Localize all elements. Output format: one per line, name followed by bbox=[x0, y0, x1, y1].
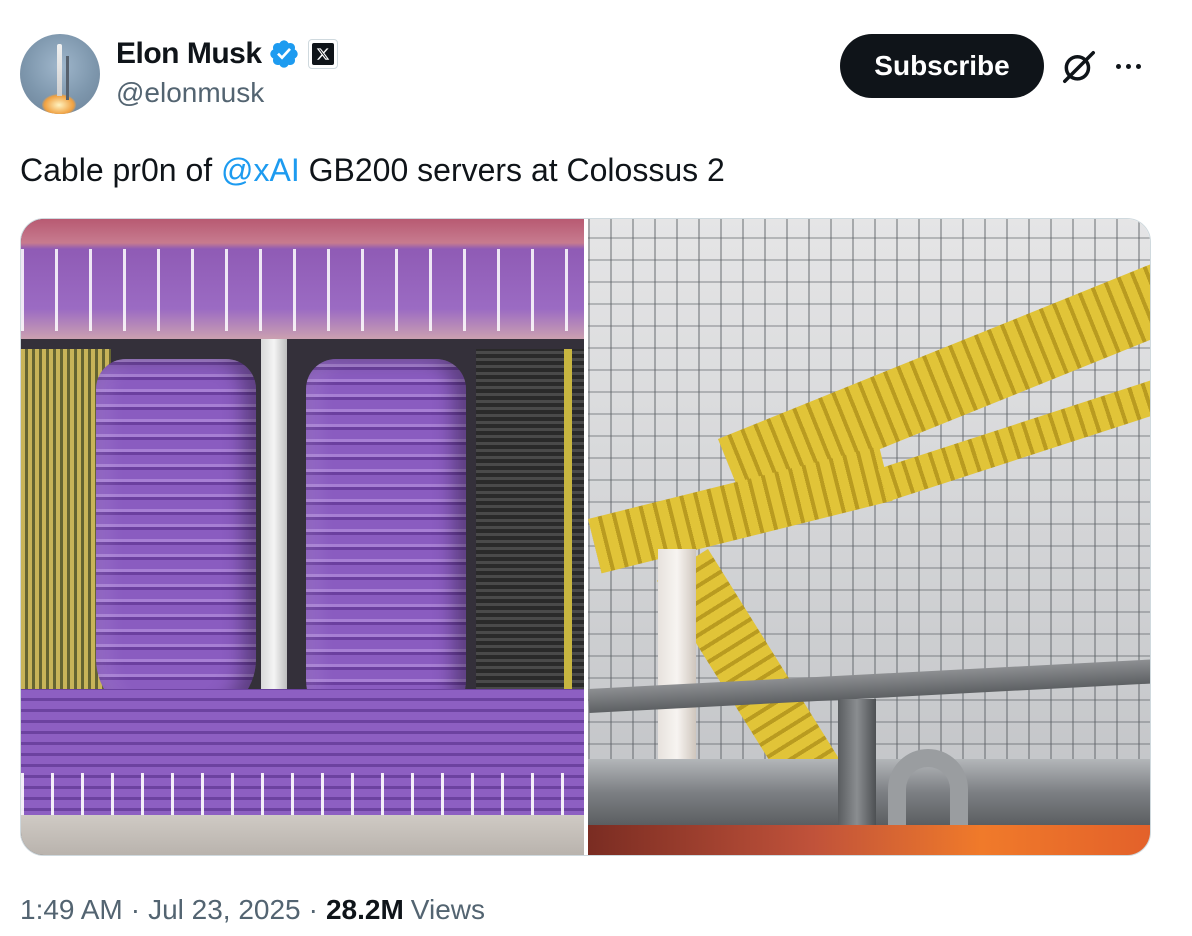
more-icon[interactable] bbox=[1116, 55, 1150, 77]
avatar-rocket bbox=[57, 44, 62, 96]
author-handle[interactable]: @elonmusk bbox=[116, 77, 264, 109]
cable-coil bbox=[306, 359, 466, 739]
tweet-text: Cable pr0n of @xAI GB200 servers at Colo… bbox=[20, 150, 725, 190]
tweet-text-before: Cable pr0n of bbox=[20, 152, 222, 188]
verified-badge-icon[interactable] bbox=[268, 38, 300, 70]
grok-icon[interactable] bbox=[1060, 48, 1098, 86]
x-affiliation-badge[interactable] bbox=[307, 39, 338, 69]
floor-cables bbox=[21, 689, 584, 819]
views-label: Views bbox=[410, 894, 485, 925]
x-logo-icon bbox=[311, 43, 334, 65]
rack-right bbox=[476, 349, 584, 729]
more-dot bbox=[1116, 63, 1121, 69]
rack-post bbox=[261, 339, 287, 729]
photo-yellow-cable-trays[interactable] bbox=[587, 219, 1150, 855]
tweet-text-after: GB200 servers at Colossus 2 bbox=[299, 152, 725, 188]
author-display-name[interactable]: Elon Musk bbox=[116, 37, 262, 71]
subscribe-button[interactable]: Subscribe bbox=[840, 34, 1044, 98]
more-dot bbox=[1126, 63, 1131, 69]
photo-purple-cables[interactable] bbox=[21, 219, 584, 855]
avatar-tower bbox=[66, 56, 69, 100]
mention-link[interactable]: @xAI bbox=[221, 152, 300, 188]
avatar-plume bbox=[42, 94, 76, 114]
floor bbox=[21, 815, 584, 855]
equipment-base bbox=[587, 825, 1150, 855]
author-avatar[interactable] bbox=[20, 34, 100, 114]
media-gallery bbox=[20, 218, 1151, 856]
overhead-tray bbox=[21, 219, 584, 339]
meta-separator: · bbox=[130, 894, 141, 925]
tweet-meta: 1:49 AM · Jul 23, 2025 · 28.2M Views bbox=[20, 894, 485, 926]
meta-separator: · bbox=[308, 894, 318, 925]
pipe-elbow bbox=[887, 749, 968, 829]
tweet-time[interactable]: 1:49 AM bbox=[20, 894, 123, 926]
more-dot bbox=[1136, 63, 1141, 69]
views-count[interactable]: 28.2M bbox=[326, 894, 404, 926]
tweet-date[interactable]: Jul 23, 2025 bbox=[148, 894, 301, 926]
cable-coil bbox=[96, 359, 256, 719]
author-name-row: Elon Musk bbox=[116, 36, 338, 72]
